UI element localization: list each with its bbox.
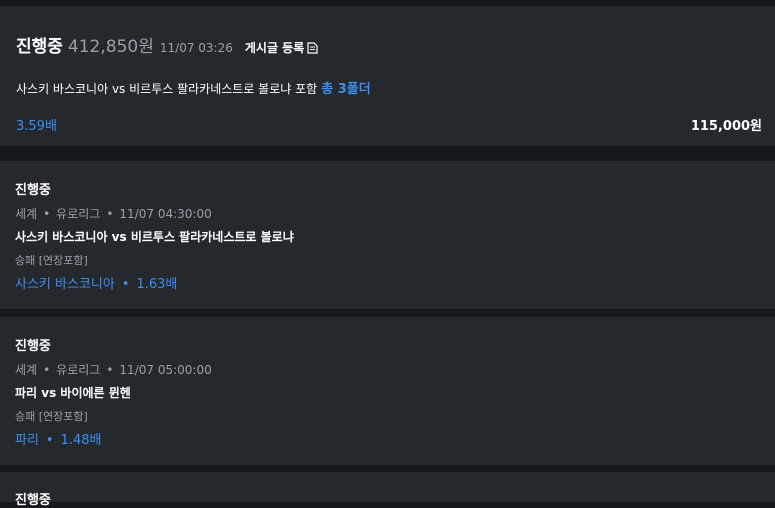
match-teams: 파리 vs 바이에른 뮌헨 bbox=[15, 386, 131, 400]
match-pick[interactable]: 파리 • 1.48배 bbox=[15, 429, 102, 448]
separator-dot: • bbox=[45, 433, 54, 448]
document-edit-icon bbox=[307, 41, 318, 54]
separator-dot: • bbox=[43, 207, 51, 221]
match-market: 승패 [연장포함] bbox=[15, 254, 88, 267]
match-time: 11/07 05:00:00 bbox=[119, 363, 212, 377]
match-teams: 사스키 바스코니아 vs 비르투스 팔라카네스트로 볼로냐 bbox=[15, 230, 294, 244]
post-register-label: 게시글 등록 bbox=[244, 41, 305, 55]
match-card: 진행중 세계 • 유로리그 • 11/07 05:00:00 파리 vs 바이에른 뮌헨… bbox=[0, 317, 775, 465]
match-region: 세계 bbox=[15, 363, 38, 377]
match-league: 유로리그 bbox=[56, 363, 101, 377]
separator-dot: • bbox=[121, 277, 130, 292]
match-market: 승패 [연장포함] bbox=[15, 410, 88, 423]
match-status: 진행중 bbox=[15, 339, 51, 354]
summary-description-text: 사스키 바스코니아 vs 비르투스 팔라카네스트로 볼로냐 포함 bbox=[16, 82, 318, 96]
folder-count[interactable]: 총 3폴더 bbox=[321, 78, 370, 97]
summary-datetime: 11/07 03:26 bbox=[159, 41, 233, 55]
match-status: 진행중 bbox=[15, 183, 51, 198]
match-meta: 세계 • 유로리그 • 11/07 05:00:00 bbox=[15, 361, 212, 378]
summary-description: 사스키 바스코니아 vs 비르투스 팔라카네스트로 볼로냐 포함 총 3폴더 bbox=[16, 78, 371, 97]
match-meta: 세계 • 유로리그 • 11/07 04:30:00 bbox=[15, 205, 212, 222]
match-status: 진행중 bbox=[15, 493, 51, 508]
match-region: 세계 bbox=[15, 207, 38, 221]
pick-team: 사스키 바스코니아 bbox=[15, 277, 115, 292]
match-pick[interactable]: 사스키 바스코니아 • 1.63배 bbox=[15, 273, 177, 292]
match-time: 11/07 04:30:00 bbox=[119, 207, 212, 221]
post-register-button[interactable]: 게시글 등록 bbox=[245, 39, 318, 56]
separator-dot: • bbox=[106, 363, 114, 377]
separator-dot: • bbox=[106, 207, 114, 221]
stake-amount: 115,000원 bbox=[690, 119, 762, 134]
separator-dot: • bbox=[43, 363, 51, 377]
summary-status: 진행중 bbox=[16, 37, 63, 57]
pick-odds: 1.63배 bbox=[136, 277, 178, 292]
summary-header: 진행중 412,850원 11/07 03:26 게시글 등록 bbox=[16, 32, 318, 57]
bet-summary-card: 진행중 412,850원 11/07 03:26 게시글 등록 사스키 바스코니… bbox=[0, 6, 775, 146]
match-card: 진행중 세계 • 유로리그 • 11/07 04:30:00 사스키 바스코니아 vs … bbox=[0, 161, 775, 309]
summary-amount: 412,850원 bbox=[67, 37, 154, 57]
match-league: 유로리그 bbox=[56, 207, 101, 221]
total-odds: 3.59배 bbox=[16, 119, 57, 134]
pick-odds: 1.48배 bbox=[60, 433, 102, 448]
pick-team: 파리 bbox=[15, 433, 39, 448]
